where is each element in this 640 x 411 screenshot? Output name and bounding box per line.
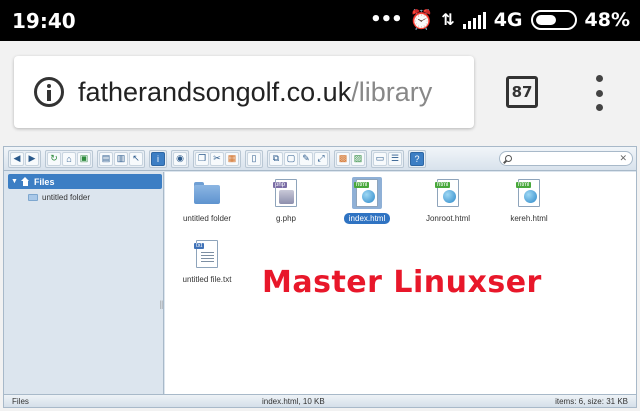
folder-tree: ▼ Files untitled folder ║ xyxy=(4,172,164,394)
expand-arrow-icon[interactable]: ▼ xyxy=(11,178,18,185)
toolbar-group-help: ? xyxy=(408,149,426,168)
tag: html xyxy=(435,182,451,188)
toolbar-group-nav: ◀ ▶ xyxy=(8,149,41,168)
toolbar-group-tools: ⧉ ▢ ✎ ⤢ xyxy=(267,149,330,168)
preview-icon[interactable]: ◉ xyxy=(173,151,187,166)
file-item-untitled-file-txt[interactable]: txt untitled file.txt xyxy=(167,238,247,285)
address-bar[interactable]: fatherandsongolf.co.uk/library xyxy=(14,56,474,128)
thumb-wrap: html xyxy=(433,177,463,209)
fm-toolbar: ◀ ▶ ↻ ⌂ ▣ ▤ ▥ ↖ i ◉ ❐ ✂ ▦ ▯ ⧉ ▢ ✎ ⤢ ▩ ▨ … xyxy=(4,147,636,171)
file-item-jonroot-html[interactable]: html Jonroot.html xyxy=(408,177,488,224)
toolbar-group-view: ◉ xyxy=(171,149,189,168)
icons-view-icon[interactable]: ▭ xyxy=(373,151,387,166)
tag: html xyxy=(516,182,532,188)
file-name: g.php xyxy=(275,214,297,223)
file-name: untitled file.txt xyxy=(182,275,232,284)
file-item-g-php[interactable]: php g.php xyxy=(246,177,326,224)
paste-icon[interactable]: ▦ xyxy=(225,151,239,166)
battery-percent: 48% xyxy=(584,8,630,31)
info-button-icon[interactable]: i xyxy=(151,151,165,166)
clear-search-icon[interactable]: ✕ xyxy=(619,153,627,164)
alarm-icon: ⏰ xyxy=(409,9,434,31)
file-item-kereh-html[interactable]: html kereh.html xyxy=(489,177,569,224)
thumb-wrap: html xyxy=(352,177,382,209)
html-file-icon: html xyxy=(435,179,459,207)
search-input[interactable]: ✕ xyxy=(499,151,633,166)
file-name: kereh.html xyxy=(510,214,548,223)
reload-icon[interactable]: ↻ xyxy=(47,151,61,166)
html-file-icon: html xyxy=(354,179,378,207)
file-item-untitled-folder[interactable]: untitled folder xyxy=(167,177,247,224)
toolbar-group-layout: ▭ ☰ xyxy=(371,149,404,168)
thumb-wrap xyxy=(192,177,222,209)
html-file-icon: html xyxy=(516,179,540,207)
data-transfer-icon: ⇅ xyxy=(441,10,455,29)
toolbar-group-edit: ❐ ✂ ▦ xyxy=(193,149,241,168)
tree-root-files[interactable]: ▼ Files xyxy=(8,174,162,189)
status-time: 19:40 xyxy=(12,9,76,33)
tab-switcher-button[interactable]: 87 xyxy=(506,76,538,108)
folder-icon xyxy=(28,194,38,201)
status-summary: items: 6, size: 31 KB xyxy=(555,397,628,406)
toolbar-group-info: i xyxy=(149,149,167,168)
thumb-wrap: html xyxy=(514,177,544,209)
resize-icon[interactable]: ⤢ xyxy=(314,151,328,166)
delete-icon[interactable]: ▯ xyxy=(247,151,261,166)
upload-icon[interactable]: ▥ xyxy=(114,151,128,166)
tree-root-label: Files xyxy=(33,176,55,187)
copy-icon[interactable]: ❐ xyxy=(195,151,209,166)
info-icon[interactable] xyxy=(34,77,64,107)
status-location: Files xyxy=(12,397,29,406)
save-icon[interactable]: ▣ xyxy=(77,151,91,166)
cut-icon[interactable]: ✂ xyxy=(210,151,224,166)
network-type: 4G xyxy=(493,8,523,31)
toolbar-group-new: ▤ ▥ ↖ xyxy=(97,149,145,168)
tag: txt xyxy=(194,243,205,249)
toolbar-group-delete: ▯ xyxy=(245,149,263,168)
fm-status-bar: Files index.html, 10 KB items: 6, size: … xyxy=(4,394,636,407)
signal-icon xyxy=(462,11,486,29)
overflow-menu-icon[interactable] xyxy=(592,71,606,115)
help-icon[interactable]: ? xyxy=(410,151,424,166)
archive-icon[interactable]: ▩ xyxy=(336,151,350,166)
tree-item-label: untitled folder xyxy=(42,193,91,202)
folder-icon xyxy=(194,182,220,204)
url-host: fatherandsongolf.co.uk xyxy=(78,76,352,107)
watermark-text: Master Linuxser xyxy=(262,265,542,300)
file-item-index-html[interactable]: html index.html xyxy=(327,177,407,224)
notification-dots-icon: ••• xyxy=(370,9,403,30)
status-selection: index.html, 10 KB xyxy=(262,397,325,406)
new-folder-icon[interactable]: ▤ xyxy=(99,151,113,166)
search-icon xyxy=(505,155,512,162)
list-view-icon[interactable]: ☰ xyxy=(388,151,402,166)
php-file-icon: php xyxy=(273,179,297,207)
tag: html xyxy=(354,182,370,188)
toolbar-group-file: ↻ ⌂ ▣ xyxy=(45,149,93,168)
tree-item-untitled-folder[interactable]: untitled folder xyxy=(28,193,90,202)
home-folder-icon xyxy=(20,177,30,186)
status-bar: 19:40 ••• ⏰ ⇅ 4G 48% xyxy=(0,0,640,41)
duplicate-icon[interactable]: ⧉ xyxy=(269,151,283,166)
file-name: untitled folder xyxy=(182,214,232,223)
browser-toolbar: fatherandsongolf.co.uk/library 87 xyxy=(0,41,640,141)
select-icon[interactable]: ↖ xyxy=(129,151,143,166)
back-icon[interactable]: ◀ xyxy=(10,151,24,166)
sidebar-resize-grip[interactable]: ║ xyxy=(159,302,164,309)
battery-icon xyxy=(530,9,577,30)
thumb-wrap: txt xyxy=(192,238,222,270)
home-icon[interactable]: ⌂ xyxy=(62,151,76,166)
tag: php xyxy=(273,182,288,188)
text-file-icon: txt xyxy=(194,240,218,268)
edit-icon[interactable]: ✎ xyxy=(299,151,313,166)
rename-icon[interactable]: ▢ xyxy=(284,151,298,166)
forward-icon[interactable]: ▶ xyxy=(25,151,39,166)
url-path: /library xyxy=(351,76,433,107)
file-name: index.html xyxy=(343,213,391,224)
extract-icon[interactable]: ▨ xyxy=(351,151,365,166)
file-name: Jonroot.html xyxy=(425,214,471,223)
toolbar-group-archive: ▩ ▨ xyxy=(334,149,367,168)
status-icons: ••• ⏰ ⇅ 4G 48% xyxy=(370,8,630,32)
thumb-wrap: php xyxy=(271,177,301,209)
